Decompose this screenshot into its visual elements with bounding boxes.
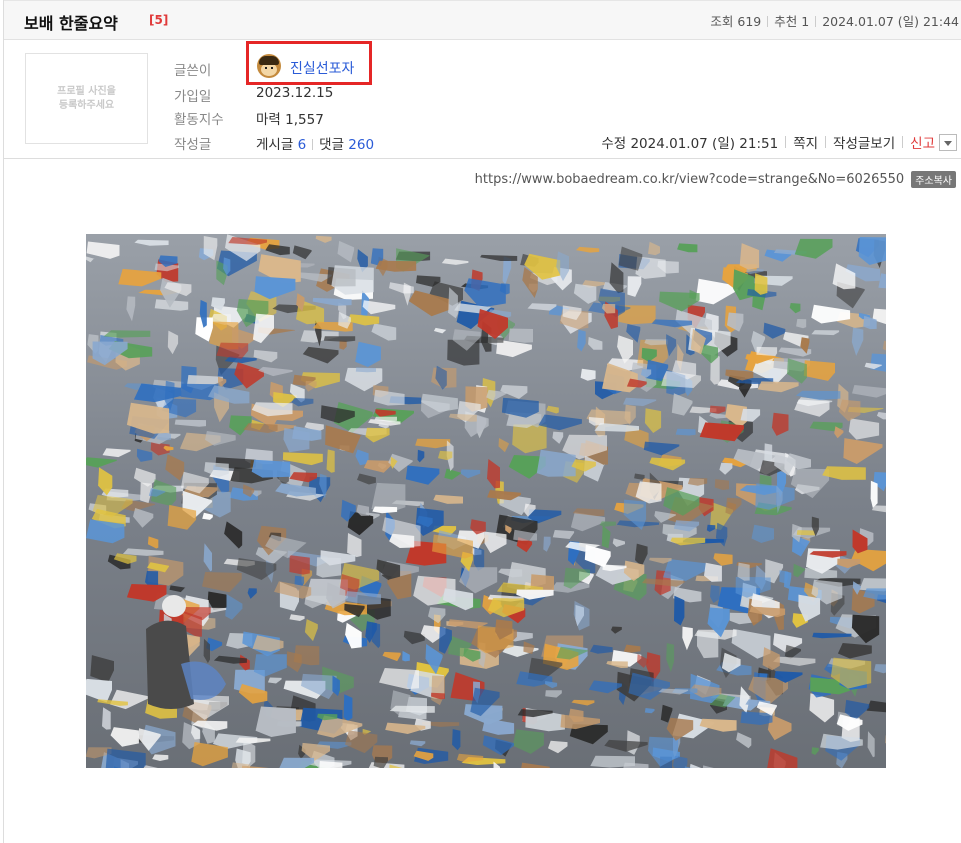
trash-piece — [508, 328, 533, 343]
post-meta: 조회 619 추천 1 2024.01.07 (일) 21:44 — [710, 11, 959, 30]
message-button[interactable]: 쪽지 — [793, 132, 818, 152]
profile-placeholder-line1: 프로필 사진을 — [57, 85, 116, 97]
post-url[interactable]: https://www.bobaedream.co.kr/view?code=s… — [475, 172, 905, 187]
post-url-row: https://www.bobaedream.co.kr/view?code=s… — [475, 171, 956, 188]
copy-url-button[interactable]: 주소복사 — [911, 171, 956, 188]
posts-count-link[interactable]: 6 — [298, 137, 307, 153]
trash-piece — [796, 530, 816, 536]
activity-value: 마력 1,557 — [256, 112, 324, 128]
posts-text: 게시글 — [256, 137, 294, 153]
join-date-value: 2023.12.15 — [256, 85, 334, 101]
profile-photo-placeholder: 프로필 사진을 등록하주세요 — [25, 53, 148, 144]
garbage-photo-illustration — [86, 234, 886, 768]
post-title: 보배 한줄요약 — [24, 14, 118, 33]
trash-piece — [675, 428, 696, 436]
comments-text: 댓글 — [319, 137, 344, 153]
post-comment-counts: 게시글 6 댓글 260 — [256, 133, 374, 153]
trash-piece — [103, 330, 151, 338]
posts-label: 작성글 — [174, 137, 212, 153]
more-dropdown-button[interactable] — [939, 133, 957, 151]
trash-piece — [326, 449, 335, 473]
author-label: 글쓴이 — [174, 63, 212, 79]
post-image-garbage-pile — [86, 234, 886, 768]
trash-piece — [216, 342, 249, 359]
author-avatar-icon[interactable] — [257, 54, 281, 78]
report-button[interactable]: 신고 — [910, 132, 935, 152]
author-info-area: 프로필 사진을 등록하주세요 글쓴이 진실선포자 가입일 2023.12.15 … — [4, 41, 961, 159]
post-title-bar: 보배 한줄요약 [5] 조회 619 추천 1 2024.01.07 (일) 21:… — [4, 0, 961, 40]
view-count: 조회 619 — [710, 14, 762, 29]
edited-datetime: 수정 2024.01.07 (일) 21:51 — [601, 136, 779, 152]
trash-piece — [255, 706, 296, 737]
trash-piece — [293, 645, 320, 666]
post-actions: 수정 2024.01.07 (일) 21:51 쪽지 작성글보기 신고 — [601, 132, 957, 152]
recommend-count: 추천 1 — [774, 14, 810, 29]
join-date-label: 가입일 — [174, 89, 212, 105]
trash-piece — [343, 694, 353, 721]
view-posts-button[interactable]: 작성글보기 — [833, 132, 895, 152]
trash-piece — [289, 555, 310, 575]
reply-count[interactable]: [5] — [149, 13, 168, 27]
author-name-link[interactable]: 진실선포자 — [290, 58, 354, 78]
profile-placeholder-line2: 등록하주세요 — [58, 99, 115, 111]
comments-count-link[interactable]: 260 — [348, 137, 374, 153]
post-datetime: 2024.01.07 (일) 21:44 — [822, 14, 959, 29]
activity-label: 활동지수 — [174, 112, 224, 128]
